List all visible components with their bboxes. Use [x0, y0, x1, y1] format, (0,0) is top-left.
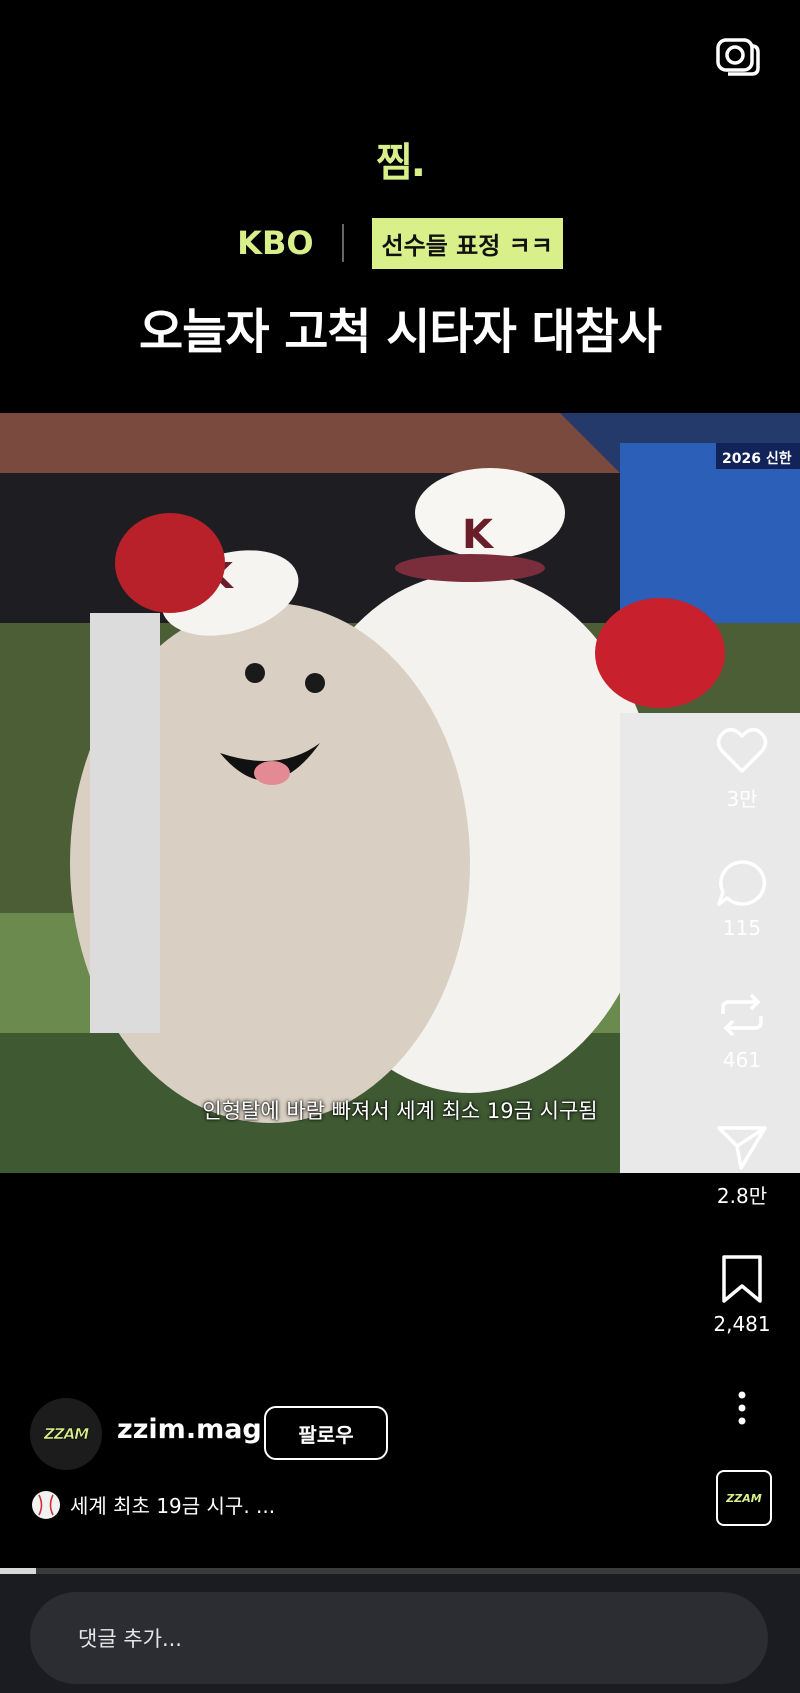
comment-count: 115 — [722, 916, 762, 940]
topic-chip: 선수들 표정 ㅋㅋ — [371, 217, 563, 269]
camera-button[interactable] — [712, 30, 762, 80]
video-frame-image: 2026 신한 K K — [0, 413, 800, 1173]
brand-logo: 찜. — [376, 140, 426, 186]
profile-thumb-text: ZZAM — [726, 1491, 762, 1505]
username[interactable]: zzim.mag — [117, 1414, 262, 1445]
follow-button[interactable]: 팔로우 — [264, 1406, 388, 1460]
caption[interactable]: 세계 최초 19금 시구. ... — [32, 1490, 275, 1519]
scoreboard-text: 2026 신한 — [722, 451, 792, 467]
repost-icon — [721, 993, 763, 1037]
more-button[interactable] — [697, 1390, 787, 1426]
audio-profile-thumb[interactable]: ZZAM — [716, 1470, 772, 1526]
avatar[interactable]: ZZAM — [30, 1398, 102, 1470]
like-count: 3만 — [726, 787, 758, 811]
category-label: KBO — [237, 224, 314, 262]
camera-icon — [716, 38, 760, 76]
avatar-text: ZZAM — [43, 1425, 90, 1444]
comment-button[interactable]: 115 — [697, 858, 787, 940]
caption-text: 세계 최초 19금 시구. ... — [70, 1494, 276, 1518]
video-subtitle: 인형탈에 바람 빠져서 세계 최소 19금 시구됨 — [202, 1099, 598, 1123]
more-icon — [738, 1391, 746, 1425]
baseball-icon — [32, 1490, 60, 1519]
save-count: 2,481 — [713, 1312, 771, 1336]
headline: 오늘자 고척 시타자 대참사 — [139, 304, 662, 360]
tag-row: KBO 선수들 표정 ㅋㅋ — [0, 217, 800, 269]
heart-icon — [716, 727, 768, 773]
divider — [341, 224, 344, 262]
send-icon — [717, 1126, 767, 1170]
share-button[interactable]: 2.8만 — [697, 1122, 787, 1209]
share-count: 2.8만 — [716, 1184, 768, 1208]
comment-icon — [717, 860, 767, 906]
bookmark-icon — [722, 1255, 762, 1303]
repost-button[interactable]: 461 — [697, 990, 787, 1072]
repost-count: 461 — [722, 1048, 762, 1072]
svg-text:K: K — [462, 512, 495, 558]
comment-input[interactable]: 댓글 추가... — [30, 1592, 768, 1684]
save-button[interactable]: 2,481 — [697, 1254, 787, 1336]
video-player[interactable]: 2026 신한 K K — [0, 413, 800, 1173]
like-button[interactable]: 3만 — [697, 725, 787, 812]
